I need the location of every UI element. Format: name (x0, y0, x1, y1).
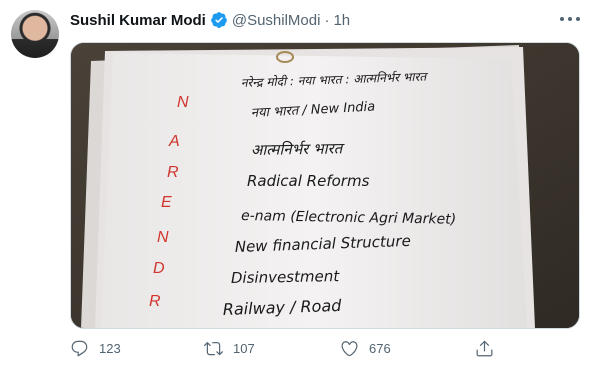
like-count: 676 (369, 340, 391, 356)
tweet-actions: 123 107 676 (70, 337, 540, 359)
acrostic-letter: R (167, 164, 179, 181)
note-line: Disinvestment (231, 267, 341, 287)
reply-button[interactable]: 123 (70, 337, 121, 359)
retweet-count: 107 (233, 340, 255, 356)
acrostic-letter: D (153, 260, 165, 277)
acrostic-letter: A (168, 133, 180, 150)
heart-icon (341, 340, 358, 356)
separator-dot: · (324, 11, 330, 29)
tweet-timestamp[interactable]: 1h (333, 12, 350, 29)
like-button[interactable]: 676 (340, 337, 391, 359)
retweet-button[interactable]: 107 (204, 337, 255, 359)
paper-sheet (101, 53, 527, 328)
author-name[interactable]: Sushil Kumar Modi (70, 12, 206, 29)
reply-count: 123 (99, 340, 121, 356)
acrostic-letter: E (161, 194, 172, 211)
note-line: आत्मनिर्भर भारत (251, 139, 346, 159)
acrostic-letter: N (157, 229, 169, 246)
acrostic-letter: N (177, 94, 189, 111)
acrostic-letter: R (149, 293, 161, 310)
share-button[interactable] (475, 337, 494, 359)
note-line: Radical Reforms (247, 172, 370, 190)
handwritten-note-photo: N A R E N D R नरेन्द्र मोदी : नया भारत :… (71, 43, 579, 328)
more-options-icon[interactable] (560, 12, 580, 26)
avatar[interactable] (11, 10, 59, 58)
tweet-header: Sushil Kumar Modi @SushilModi · 1h (70, 10, 350, 30)
verified-badge-icon (210, 12, 227, 28)
author-handle[interactable]: @SushilModi (232, 12, 321, 29)
reply-icon (71, 340, 88, 356)
retweet-icon (204, 341, 223, 355)
share-icon (476, 340, 493, 356)
tweet-image[interactable]: N A R E N D R नरेन्द्र मोदी : नया भारत :… (70, 42, 580, 329)
tweet: Sushil Kumar Modi @SushilModi · 1h N A R… (0, 0, 604, 365)
